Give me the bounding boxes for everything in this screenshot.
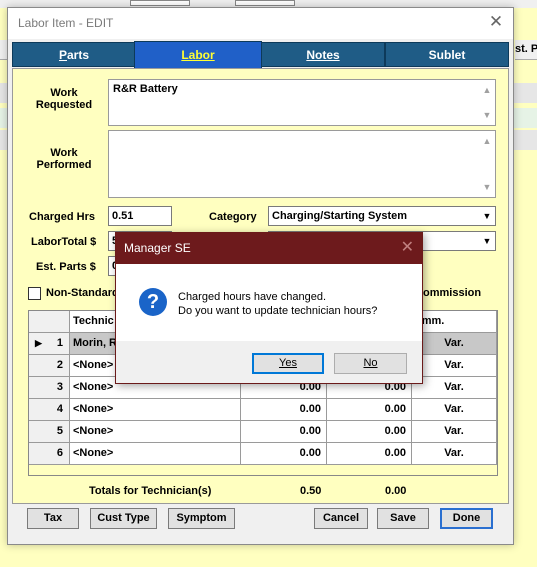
cust-type-button[interactable]: Cust Type xyxy=(90,508,157,529)
grid-corner xyxy=(29,311,70,333)
non-standard-checkbox[interactable] xyxy=(28,287,41,300)
row-number: 6 xyxy=(29,443,70,465)
row-number: ▶ 1 xyxy=(29,333,70,355)
work-performed-scrollbar[interactable]: ▲ ▼ xyxy=(480,132,494,196)
chevron-down-icon[interactable]: ▼ xyxy=(479,232,495,250)
header-commission[interactable]: omm. xyxy=(412,311,497,333)
scroll-down-icon[interactable]: ▼ xyxy=(480,180,494,194)
row-number: 4 xyxy=(29,399,70,421)
commission-cell[interactable]: Var. xyxy=(412,443,497,465)
commission-cell[interactable]: Var. xyxy=(412,421,497,443)
commission-cell[interactable]: Var. xyxy=(412,399,497,421)
no-button-label: No xyxy=(363,357,378,369)
background-header-cell: st. Pa xyxy=(515,40,537,60)
charged-hrs-input[interactable]: 0.51 xyxy=(108,206,172,226)
charged-hrs-label: Charged Hrs xyxy=(29,211,96,223)
work-requested-field[interactable]: R&R Battery ▲ ▼ xyxy=(108,79,496,126)
row-pointer-icon: ▶ xyxy=(35,338,42,348)
background-field xyxy=(130,0,190,6)
done-button[interactable]: Done xyxy=(440,508,493,529)
scroll-down-icon[interactable]: ▼ xyxy=(480,108,494,122)
cancel-button[interactable]: Cancel xyxy=(314,508,368,529)
table-row[interactable]: 4 <None> 0.00 0.00 Var. xyxy=(29,399,497,421)
save-button[interactable]: Save xyxy=(377,508,429,529)
commission-cell[interactable]: Var. xyxy=(412,355,497,377)
table-row[interactable]: 6 <None> 0.00 0.00 Var. xyxy=(29,443,497,465)
yes-button-label: Yes xyxy=(279,357,297,369)
work-requested-value: R&R Battery xyxy=(113,83,178,95)
hours-cell-2[interactable]: 0.00 xyxy=(327,421,412,443)
totals-label: Totals for Technician(s) xyxy=(89,485,212,497)
non-standard-label: Non-Standard xyxy=(46,287,119,299)
tab-parts-rest: arts xyxy=(67,48,90,62)
tab-notes-label: Notes xyxy=(306,48,340,62)
work-performed-field[interactable]: ▲ ▼ xyxy=(108,130,496,198)
confirm-dialog-title-bar: Manager SE xyxy=(116,233,422,264)
dialog-title: Labor Item - EDIT xyxy=(18,16,114,30)
tab-labor-label: Labor xyxy=(181,48,215,62)
tax-button[interactable]: Tax xyxy=(27,508,79,529)
table-row[interactable]: 5 <None> 0.00 0.00 Var. xyxy=(29,421,497,443)
labor-total-label: LaborTotal $ xyxy=(31,236,97,248)
close-icon[interactable]: ✕ xyxy=(401,239,414,257)
hours-cell[interactable]: 0.00 xyxy=(241,399,327,421)
hours-cell-2[interactable]: 0.00 xyxy=(327,399,412,421)
tab-notes[interactable]: Notes xyxy=(261,42,385,67)
work-requested-scrollbar[interactable]: ▲ ▼ xyxy=(480,81,494,124)
row-number-value: 1 xyxy=(56,337,63,349)
category-select[interactable]: Charging/Starting System ▼ xyxy=(268,206,496,226)
background-field xyxy=(235,0,295,6)
totals-hours-value: 0.50 xyxy=(300,485,322,497)
yes-button[interactable]: Yes xyxy=(252,353,324,374)
dialog-title-bar: Labor Item - EDIT xyxy=(8,8,513,39)
tab-sublet-label: Sublet xyxy=(428,48,466,62)
hours-cell-2[interactable]: 0.00 xyxy=(327,443,412,465)
row-number: 5 xyxy=(29,421,70,443)
category-value: Charging/Starting System xyxy=(272,210,408,222)
chevron-down-icon[interactable]: ▼ xyxy=(479,207,495,225)
commission-cell[interactable]: Var. xyxy=(412,377,497,399)
work-requested-label: Work Requested xyxy=(35,87,93,111)
tab-sublet[interactable]: Sublet xyxy=(385,42,509,67)
confirm-message-line-2: Do you want to update technician hours? xyxy=(178,305,378,317)
commission-cell[interactable]: Var. xyxy=(412,333,497,355)
commission-label: ommission xyxy=(423,287,482,299)
tab-parts-accel: P xyxy=(58,48,67,62)
confirm-dialog-title: Manager SE xyxy=(124,241,191,255)
work-performed-label: Work Performed xyxy=(36,147,92,171)
scroll-up-icon[interactable]: ▲ xyxy=(480,134,494,148)
confirm-dialog: Manager SE ✕ ? Charged hours have change… xyxy=(115,232,423,384)
confirm-message-line-1: Charged hours have changed. xyxy=(178,291,326,303)
est-parts-label: Est. Parts $ xyxy=(36,261,96,273)
row-number: 2 xyxy=(29,355,70,377)
row-number: 3 xyxy=(29,377,70,399)
close-icon[interactable]: ✕ xyxy=(487,13,505,31)
tab-labor[interactable]: Labor xyxy=(134,41,262,69)
confirm-dialog-body: ? Charged hours have changed. Do you wan… xyxy=(116,264,422,341)
totals-hours-value-2: 0.00 xyxy=(385,485,407,497)
technician-cell[interactable]: <None> xyxy=(70,443,241,465)
question-icon: ? xyxy=(139,288,167,316)
category-label: Category xyxy=(209,211,257,223)
technician-cell[interactable]: <None> xyxy=(70,399,241,421)
scroll-up-icon[interactable]: ▲ xyxy=(480,83,494,97)
symptom-button[interactable]: Symptom xyxy=(168,508,235,529)
background-header-label: st. Pa xyxy=(515,43,537,55)
technician-cell[interactable]: <None> xyxy=(70,421,241,443)
hours-cell[interactable]: 0.00 xyxy=(241,421,327,443)
tab-parts[interactable]: Parts xyxy=(12,42,136,67)
no-button[interactable]: No xyxy=(334,353,407,374)
hours-cell[interactable]: 0.00 xyxy=(241,443,327,465)
